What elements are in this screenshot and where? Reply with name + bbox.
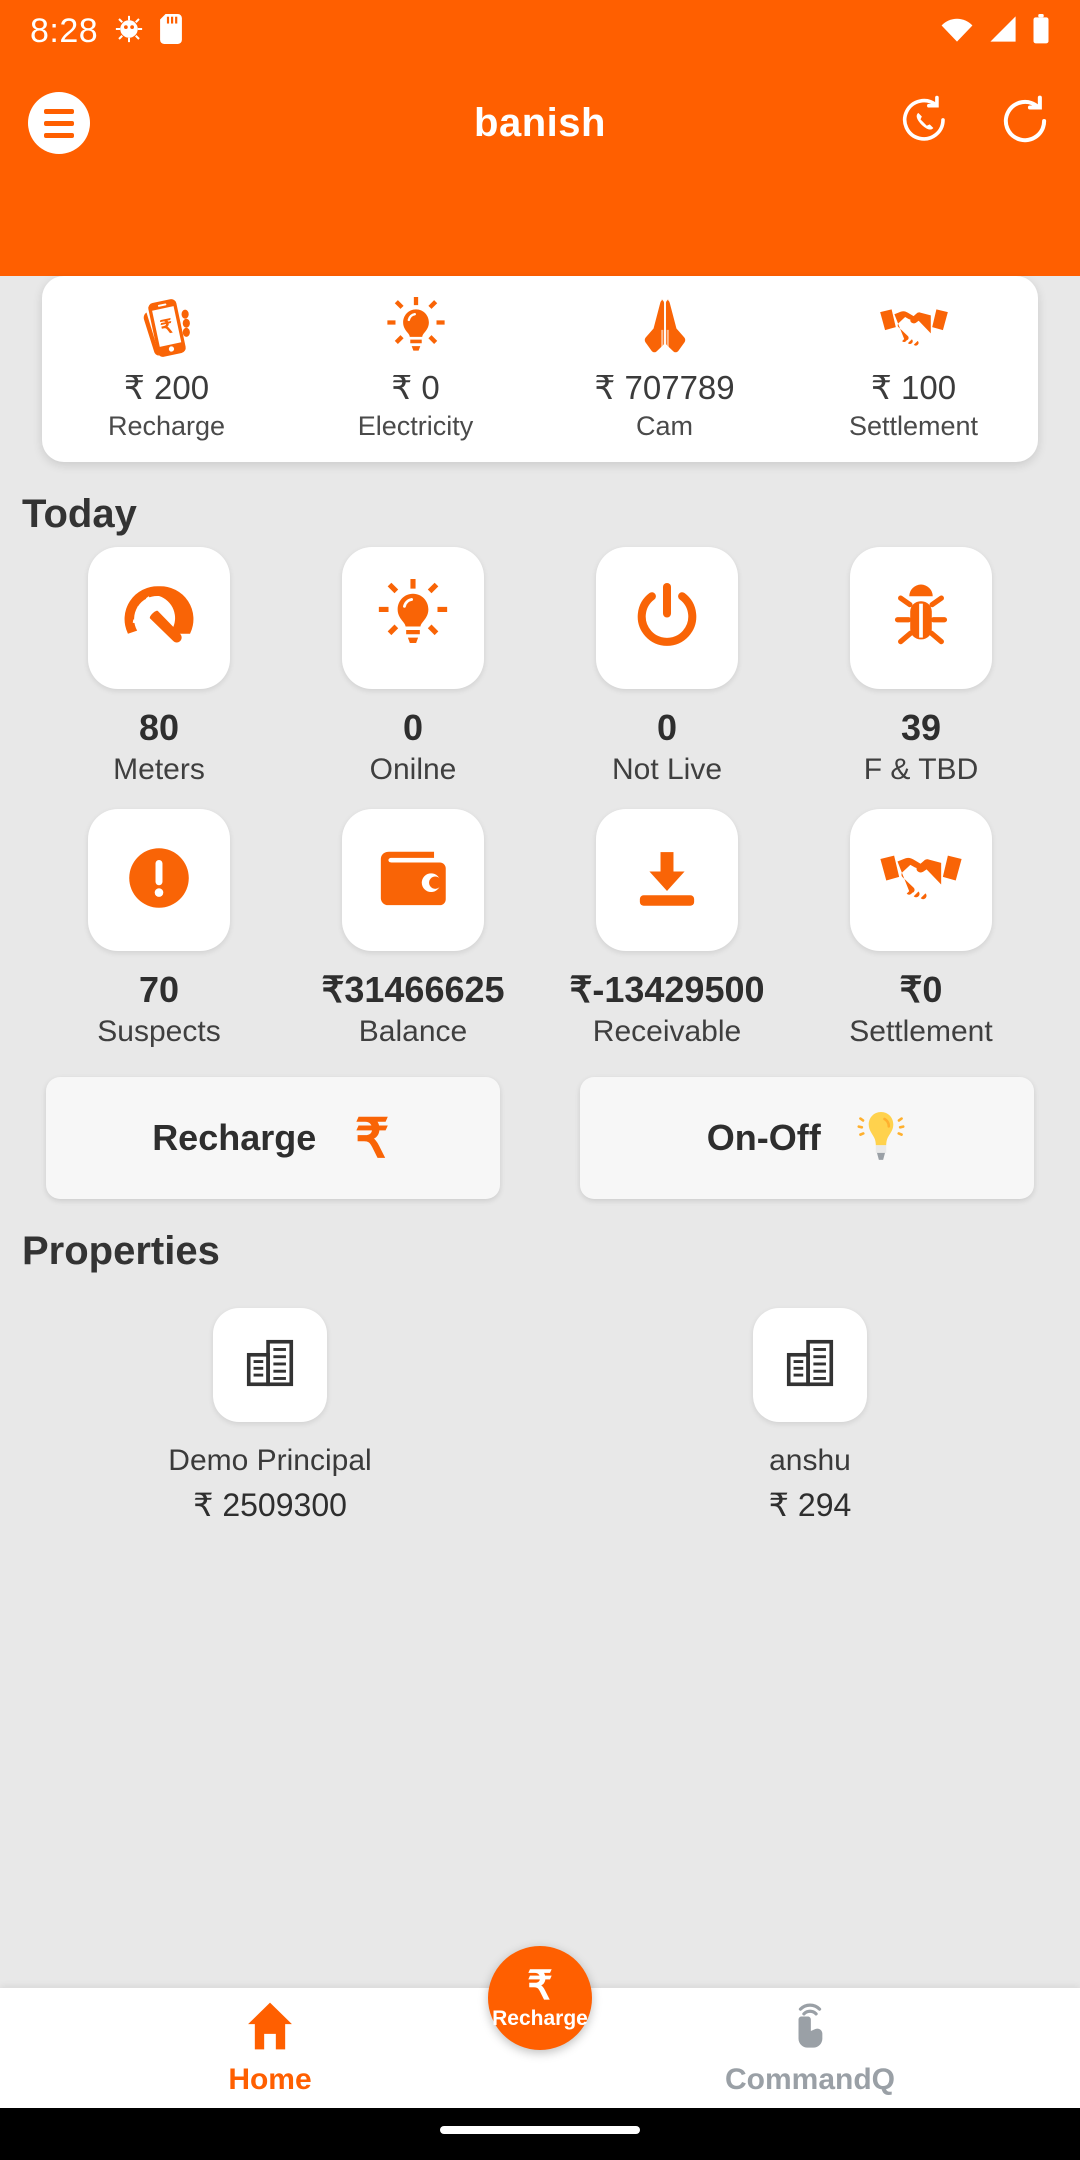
recharge-fab[interactable]: ₹ Recharge [488, 1946, 592, 2050]
today-item-label: Not Live [611, 753, 723, 786]
summary-amount: ₹ 707789 [594, 369, 735, 406]
today-item-not-live[interactable]: 0 Not Live [540, 547, 794, 787]
today-item-value: ₹-13429500 [569, 969, 765, 1010]
summary-item-cam[interactable]: ₹ 707789 Cam [540, 296, 789, 442]
fab-rupee-symbol: ₹ [527, 1963, 553, 2008]
refresh-icon[interactable] [998, 94, 1052, 153]
property-item[interactable]: anshu ₹ 294 [540, 1308, 1080, 1524]
today-item-value: 39 [900, 707, 942, 748]
summary-amount: ₹ 0 [391, 369, 440, 406]
speedometer-icon [121, 578, 197, 659]
today-item-label: Settlement [849, 1015, 993, 1048]
properties-list: Demo Principal ₹ 2509300 anshu ₹ 294 [0, 1274, 1080, 1524]
today-item-online[interactable]: 0 Onilne [286, 547, 540, 787]
today-grid: 80 Meters 0 Onilne 0 Not Live 39 F & TBD… [0, 537, 1080, 1071]
tap-gesture-icon [783, 2000, 837, 2057]
property-amount: ₹ 2509300 [193, 1487, 347, 1523]
today-item-meters[interactable]: 80 Meters [32, 547, 286, 787]
property-name: anshu [769, 1444, 851, 1477]
app-bar-actions [898, 94, 1052, 153]
hamburger-menu-icon[interactable] [28, 92, 90, 154]
on-off-button-label: On-Off [706, 1117, 821, 1158]
summary-label: Settlement [848, 411, 979, 441]
status-bar-right [940, 13, 1050, 49]
home-icon [242, 2000, 298, 2057]
handshake-icon [879, 847, 963, 914]
app-bar: banish [0, 62, 1080, 184]
summary-label: Recharge [107, 411, 226, 441]
property-amount: ₹ 294 [768, 1487, 852, 1523]
phone-refresh-icon[interactable] [898, 94, 952, 153]
battery-icon [1032, 13, 1050, 49]
alert-circle-icon [121, 840, 197, 921]
nav-item-commandq-label: CommandQ [724, 2062, 895, 2096]
today-item-value: 0 [402, 707, 424, 748]
wallet-icon [375, 845, 451, 916]
cellular-signal-icon [988, 15, 1018, 48]
status-bar-left: 8:28 [30, 11, 183, 51]
handshake-icon [789, 296, 1038, 360]
bulb-icon [291, 296, 540, 360]
fab-label: Recharge [492, 2006, 588, 2030]
bulb-icon [377, 578, 449, 658]
today-item-label: Receivable [592, 1015, 742, 1048]
summary-label: Cam [635, 411, 693, 441]
today-item-label: F & TBD [863, 753, 979, 786]
summary-amount: ₹ 200 [123, 369, 210, 406]
bug-icon [884, 579, 958, 658]
today-item-label: Suspects [97, 1015, 221, 1048]
praying-hands-icon [540, 296, 789, 360]
sd-card-icon [160, 13, 183, 49]
today-item-balance[interactable]: ₹31466625 Balance [286, 809, 540, 1049]
nav-item-home[interactable]: Home [0, 2000, 540, 2097]
property-name: Demo Principal [168, 1444, 372, 1477]
today-item-value: ₹0 [899, 969, 943, 1010]
building-icon [781, 1334, 839, 1397]
yellow-bulb-icon [855, 1106, 907, 1171]
properties-section-title: Properties [22, 1229, 220, 1273]
wifi-icon [940, 15, 974, 48]
rupee-icon: ₹ [350, 1109, 394, 1169]
svg-text:₹: ₹ [355, 1109, 389, 1165]
status-bar: 8:28 [0, 0, 1080, 62]
on-off-button[interactable]: On-Off [579, 1077, 1034, 1199]
summary-label: Electricity [357, 411, 474, 441]
quick-actions: Recharge ₹ On-Off [0, 1071, 1080, 1199]
summary-card: ₹ ₹ 200 Recharge ₹ 0 Electricity ₹ 70778… [42, 276, 1038, 462]
today-item-value: ₹31466625 [321, 969, 505, 1010]
today-item-label: Onilne [369, 753, 457, 786]
download-box-icon [630, 841, 704, 920]
today-item-label: Meters [113, 753, 205, 786]
summary-item-settlement[interactable]: ₹ 100 Settlement [789, 296, 1038, 442]
power-icon [630, 579, 704, 658]
nav-item-home-label: Home [228, 2062, 312, 2096]
summary-card-wrapper: ₹ ₹ 200 Recharge ₹ 0 Electricity ₹ 70778… [0, 184, 1080, 462]
today-item-settlement[interactable]: ₹0 Settlement [794, 809, 1048, 1049]
recharge-button-label: Recharge [152, 1117, 317, 1158]
status-bar-clock: 8:28 [30, 11, 99, 50]
today-item-f-and-tbd[interactable]: 39 F & TBD [794, 547, 1048, 787]
today-section-title: Today [22, 492, 137, 536]
today-item-label: Balance [358, 1015, 468, 1048]
nav-item-commandq[interactable]: CommandQ [540, 2000, 1080, 2097]
today-item-value: 80 [138, 707, 180, 748]
today-item-receivable[interactable]: ₹-13429500 Receivable [540, 809, 794, 1049]
today-item-value: 70 [138, 969, 180, 1010]
building-icon [241, 1334, 299, 1397]
summary-amount: ₹ 100 [870, 369, 957, 406]
gesture-home-bar[interactable] [440, 2126, 640, 2134]
summary-item-electricity[interactable]: ₹ 0 Electricity [291, 296, 540, 442]
summary-item-recharge[interactable]: ₹ ₹ 200 Recharge [42, 296, 291, 442]
today-item-suspects[interactable]: 70 Suspects [32, 809, 286, 1049]
mobile-recharge-icon: ₹ [42, 296, 291, 360]
app-screen: 8:28 banish ₹ ₹ 200 Recharge ₹ 0 Electri… [0, 0, 1080, 2160]
today-item-value: 0 [656, 707, 678, 748]
recharge-button[interactable]: Recharge ₹ [46, 1077, 501, 1199]
property-item[interactable]: Demo Principal ₹ 2509300 [0, 1308, 540, 1524]
system-gesture-area [0, 2108, 1080, 2160]
android-bug-icon [114, 14, 144, 49]
